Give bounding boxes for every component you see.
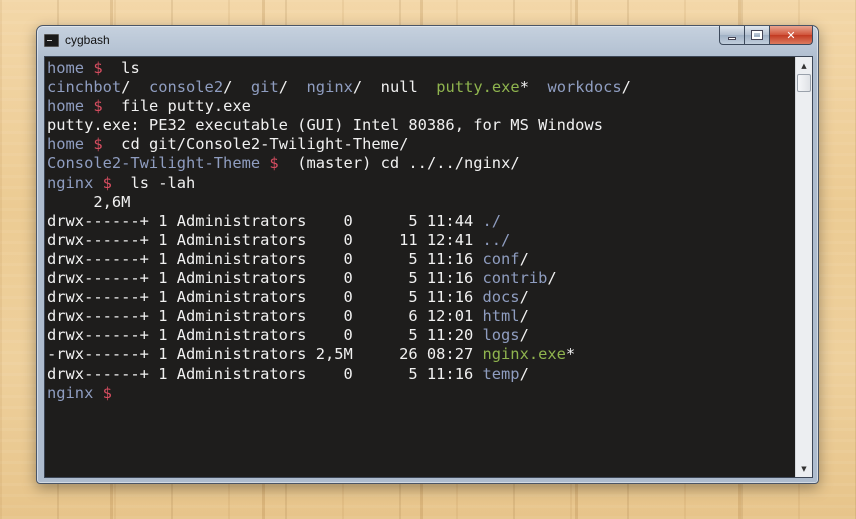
prompt-text: nginx <box>47 383 94 402</box>
minimize-button[interactable] <box>719 26 745 45</box>
terminal-line: home $ ls <box>47 59 795 78</box>
directory-name: nginx <box>306 78 353 97</box>
terminal-text: drwx------+ 1 Administrators 0 5 11:16 <box>47 288 483 307</box>
terminal-text: / <box>278 78 307 97</box>
terminal-text: (master) cd ../../nginx/ <box>278 154 520 173</box>
prompt-text: home <box>47 135 85 154</box>
terminal-text: / null <box>352 78 437 97</box>
directory-name: conf <box>482 249 520 268</box>
prompt-symbol: $ <box>269 154 279 173</box>
prompt-symbol: $ <box>102 383 112 402</box>
terminal-window: cygbash ✕ home $ ls cinchbot/ console2/ g… <box>36 25 819 484</box>
terminal-line: 2,6M <box>47 193 795 212</box>
terminal-line: home $ file putty.exe <box>47 97 795 116</box>
prompt-symbol: $ <box>102 173 112 192</box>
prompt-symbol: $ <box>93 97 103 116</box>
directory-name: git <box>250 78 279 97</box>
prompt-symbol: $ <box>93 59 103 77</box>
directory-name: contrib <box>482 269 548 288</box>
terminal-text: / <box>547 269 557 288</box>
scroll-down-button[interactable]: ▼ <box>796 460 812 477</box>
terminal-text: 2,6M <box>47 192 131 211</box>
directory-name: ../ <box>482 230 511 249</box>
terminal-line: drwx------+ 1 Administrators 0 5 11:20 l… <box>47 326 795 345</box>
directory-name: cinchbot <box>47 78 122 97</box>
terminal-line: drwx------+ 1 Administrators 0 5 11:16 t… <box>47 365 795 384</box>
directory-name: logs <box>482 326 520 345</box>
terminal-line: nginx $ ls -lah <box>47 174 795 193</box>
close-button[interactable]: ✕ <box>770 26 813 45</box>
terminal-text: file putty.exe <box>102 97 251 116</box>
terminal-line: drwx------+ 1 Administrators 0 6 12:01 h… <box>47 307 795 326</box>
terminal-text: / <box>519 307 529 326</box>
window-title: cygbash <box>65 33 110 47</box>
directory-name: console2 <box>148 78 224 97</box>
arrow-up-icon: ▲ <box>801 61 807 70</box>
console-area: home $ ls cinchbot/ console2/ git/ nginx/… <box>44 56 813 478</box>
executable-name: putty.exe <box>436 78 520 97</box>
directory-name: html <box>482 307 520 326</box>
directory-name: docs <box>482 288 520 307</box>
terminal-text: drwx------+ 1 Administrators 0 5 11:16 <box>47 269 483 288</box>
terminal-text: cd git/Console2-Twilight-Theme/ <box>102 135 409 154</box>
terminal-line: Console2-Twilight-Theme $ (master) cd ..… <box>47 154 795 173</box>
prompt-text: home <box>47 97 85 116</box>
terminal-text: -rwx------+ 1 Administrators 2,5M 26 08:… <box>47 345 483 364</box>
terminal-text: drwx------+ 1 Administrators 0 11 12:41 <box>47 230 483 249</box>
terminal-line: drwx------+ 1 Administrators 0 5 11:44 .… <box>47 212 795 231</box>
vertical-scrollbar[interactable]: ▲ ▼ <box>795 57 812 477</box>
maximize-icon <box>751 30 763 40</box>
terminal-line: nginx $ <box>47 384 795 403</box>
scroll-up-button[interactable]: ▲ <box>796 57 812 74</box>
close-icon: ✕ <box>786 28 796 42</box>
directory-name: temp <box>482 364 520 383</box>
terminal-text: / <box>519 364 529 383</box>
terminal-text: / <box>621 78 631 97</box>
terminal-text: drwx------+ 1 Administrators 0 6 12:01 <box>47 307 483 326</box>
terminal-text: / <box>223 78 251 97</box>
terminal-line: drwx------+ 1 Administrators 0 5 11:16 d… <box>47 288 795 307</box>
minimize-icon <box>728 36 736 40</box>
terminal-text: putty.exe: PE32 executable (GUI) Intel 8… <box>47 116 603 135</box>
scroll-thumb[interactable] <box>797 74 811 92</box>
terminal-text: / <box>519 326 529 345</box>
prompt-text: Console2-Twilight-Theme <box>47 154 261 173</box>
terminal-line: -rwx------+ 1 Administrators 2,5M 26 08:… <box>47 345 795 364</box>
directory-name: ./ <box>482 211 502 230</box>
title-bar[interactable]: cygbash ✕ <box>37 26 818 56</box>
terminal-line: cinchbot/ console2/ git/ nginx/ null put… <box>47 78 795 97</box>
terminal-text: drwx------+ 1 Administrators 0 5 11:16 <box>47 364 483 383</box>
directory-name: workdocs <box>547 78 622 97</box>
terminal-line: putty.exe: PE32 executable (GUI) Intel 8… <box>47 116 795 135</box>
prompt-symbol: $ <box>93 135 103 154</box>
arrow-down-icon: ▼ <box>801 464 807 473</box>
terminal-text: ls <box>102 59 140 77</box>
terminal-text: / <box>121 78 149 97</box>
prompt-text: home <box>47 59 85 77</box>
terminal-text: * <box>565 345 576 364</box>
terminal-text: drwx------+ 1 Administrators 0 5 11:20 <box>47 326 483 345</box>
terminal-line: drwx------+ 1 Administrators 0 5 11:16 c… <box>47 250 795 269</box>
terminal-icon[interactable] <box>44 34 59 47</box>
maximize-button[interactable] <box>745 26 770 45</box>
terminal-output[interactable]: home $ ls cinchbot/ console2/ git/ nginx/… <box>45 57 795 477</box>
terminal-line: drwx------+ 1 Administrators 0 5 11:16 c… <box>47 269 795 288</box>
executable-name: nginx.exe <box>482 345 566 364</box>
caption-buttons: ✕ <box>719 26 813 45</box>
terminal-line: drwx------+ 1 Administrators 0 11 12:41 … <box>47 231 795 250</box>
terminal-text: * <box>519 78 548 97</box>
terminal-text: ls -lah <box>111 173 196 192</box>
terminal-text: / <box>519 249 529 268</box>
prompt-text: nginx <box>47 173 94 192</box>
terminal-text: drwx------+ 1 Administrators 0 5 11:16 <box>47 249 483 268</box>
terminal-text: / <box>519 288 529 307</box>
terminal-line: home $ cd git/Console2-Twilight-Theme/ <box>47 135 795 154</box>
terminal-text: drwx------+ 1 Administrators 0 5 11:44 <box>47 211 483 230</box>
